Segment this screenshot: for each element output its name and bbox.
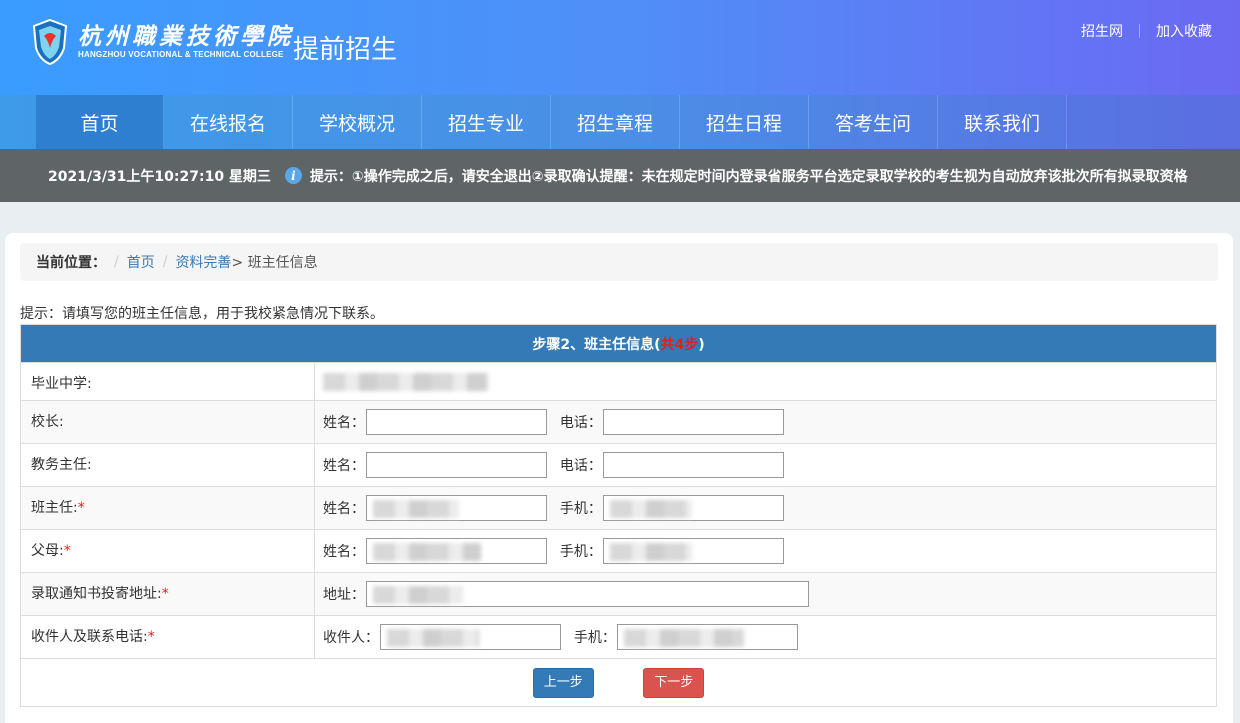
- nav-majors[interactable]: 招生专业: [422, 95, 551, 149]
- nav-admission-schedule[interactable]: 招生日程: [680, 95, 809, 149]
- dean-phone-input[interactable]: [602, 452, 784, 478]
- school-label: 毕业中学:: [20, 362, 315, 401]
- redacted-value: [373, 500, 459, 518]
- top-links: 招生网 加入收藏: [1081, 21, 1212, 41]
- parent-phone-input[interactable]: [602, 538, 784, 564]
- nav-online-registration[interactable]: 在线报名: [164, 95, 293, 149]
- row-parent: 父母:* 姓名： 手机：: [20, 529, 1217, 573]
- college-emblem-icon: [32, 18, 68, 66]
- redacted-value: [609, 543, 692, 561]
- link-divider: [1139, 24, 1140, 38]
- parent-phone-label: 手机：: [559, 544, 602, 560]
- breadcrumb-home[interactable]: 首页: [127, 252, 155, 272]
- breadcrumb-divider: /: [114, 254, 119, 270]
- redacted-value: [373, 586, 463, 604]
- parent-name-label: 姓名：: [323, 544, 365, 560]
- principal-label: 校长:: [20, 400, 315, 444]
- current-datetime: 2021/3/31上午10:27:10 星期三: [48, 168, 271, 185]
- school-value: [314, 362, 1217, 401]
- nav-contact[interactable]: 联系我们: [938, 95, 1067, 149]
- address-input[interactable]: [366, 581, 809, 607]
- add-favorite-link[interactable]: 加入收藏: [1156, 21, 1212, 41]
- college-logo[interactable]: 杭州職業技術學院 HANGZHOU VOCATIONAL & TECHNICAL…: [30, 18, 294, 66]
- receiver-phone-label: 手机：: [573, 630, 616, 646]
- form-title: 步骤2、班主任信息(共4步): [20, 324, 1217, 363]
- address-field-label: 地址：: [323, 587, 365, 603]
- row-dean: 教务主任: 姓名： 电话：: [20, 443, 1217, 487]
- button-row: 上一步 下一步: [20, 658, 1217, 707]
- notice-bar: 2021/3/31上午10:27:10 星期三 i 提示：①操作完成之后，请安全…: [0, 149, 1240, 202]
- teacher-info-form: 步骤2、班主任信息(共4步) 毕业中学: 校长: 姓名： 电话： 教务主任: 姓…: [20, 324, 1217, 707]
- required-mark: *: [77, 500, 85, 516]
- row-address: 录取通知书投寄地址:* 地址：: [20, 572, 1217, 616]
- brand-chinese: 杭州職業技術學院: [78, 23, 294, 50]
- nav-home[interactable]: 首页: [36, 95, 164, 149]
- redacted-value: [623, 629, 744, 647]
- principal-phone-input[interactable]: [602, 409, 784, 435]
- notice-text: 提示：①操作完成之后，请安全退出②录取确认提醒：未在规定时间内登录省服务平台选定…: [309, 168, 1188, 185]
- redacted-value: [387, 629, 479, 647]
- principal-phone-label: 电话：: [559, 415, 602, 431]
- teacher-name-label: 姓名：: [323, 501, 365, 517]
- breadcrumb-divider: /: [162, 254, 168, 270]
- principal-name-input[interactable]: [366, 409, 547, 435]
- required-mark: *: [63, 543, 71, 559]
- step-count: 共4步: [660, 336, 699, 353]
- form-tip: 提示：请填写您的班主任信息，用于我校紧急情况下联系。: [20, 306, 384, 322]
- dean-label: 教务主任:: [20, 443, 315, 487]
- redacted-value: [609, 500, 692, 518]
- receiver-name-input[interactable]: [380, 624, 561, 650]
- row-receiver: 收件人及联系电话:* 收件人： 手机：: [20, 615, 1217, 659]
- teacher-label: 班主任:*: [20, 486, 315, 530]
- breadcrumb: 当前位置： / 首页 / 资料完善 > 班主任信息: [20, 243, 1218, 281]
- breadcrumb-current: > 班主任信息: [231, 255, 318, 271]
- admission-site-link[interactable]: 招生网: [1081, 21, 1123, 41]
- row-school: 毕业中学:: [20, 362, 1217, 401]
- breadcrumb-label: 当前位置：: [36, 255, 106, 271]
- parent-name-input[interactable]: [366, 538, 547, 564]
- main-nav: 首页 在线报名 学校概况 招生专业 招生章程 招生日程 答考生问 联系我们: [0, 95, 1240, 149]
- required-mark: *: [147, 629, 155, 645]
- nav-faq[interactable]: 答考生问: [809, 95, 938, 149]
- content-panel: 当前位置： / 首页 / 资料完善 > 班主任信息 提示：请填写您的班主任信息，…: [5, 233, 1233, 723]
- prev-step-button[interactable]: 上一步: [532, 667, 594, 698]
- teacher-phone-label: 手机：: [559, 501, 602, 517]
- site-header: 杭州職業技術學院 HANGZHOU VOCATIONAL & TECHNICAL…: [0, 0, 1240, 95]
- receiver-phone-input[interactable]: [616, 624, 798, 650]
- next-step-button[interactable]: 下一步: [643, 667, 705, 698]
- principal-name-label: 姓名：: [323, 415, 365, 431]
- required-mark: *: [161, 586, 169, 602]
- dean-phone-label: 电话：: [559, 458, 602, 474]
- dean-name-input[interactable]: [366, 452, 547, 478]
- dean-name-label: 姓名：: [323, 458, 365, 474]
- redacted-school: [323, 372, 488, 391]
- teacher-name-input[interactable]: [366, 495, 547, 521]
- site-title: 提前招生: [293, 35, 398, 65]
- teacher-phone-input[interactable]: [602, 495, 784, 521]
- address-label: 录取通知书投寄地址:*: [20, 572, 315, 616]
- row-teacher: 班主任:* 姓名： 手机：: [20, 486, 1217, 530]
- nav-school-overview[interactable]: 学校概况: [293, 95, 422, 149]
- receiver-label: 收件人及联系电话:*: [20, 615, 315, 659]
- row-principal: 校长: 姓名： 电话：: [20, 400, 1217, 444]
- nav-admission-rules[interactable]: 招生章程: [551, 95, 680, 149]
- parent-label: 父母:*: [20, 529, 315, 573]
- receiver-name-label: 收件人：: [323, 630, 379, 646]
- info-icon: i: [284, 167, 302, 184]
- brand-english: HANGZHOU VOCATIONAL & TECHNICAL COLLEGE: [78, 50, 284, 59]
- redacted-value: [373, 543, 481, 561]
- breadcrumb-section[interactable]: 资料完善: [175, 252, 231, 272]
